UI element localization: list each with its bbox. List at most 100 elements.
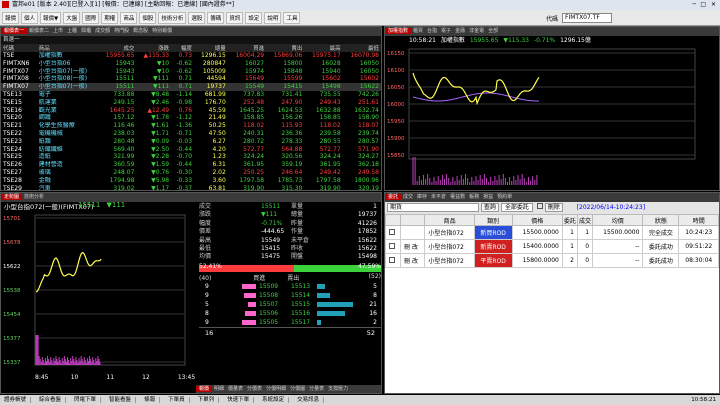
bid-price[interactable]: 15509 xyxy=(259,282,278,291)
close-icon[interactable]: ✕ xyxy=(711,0,716,10)
tab-watchlist-tabs-0[interactable]: 報價表一 xyxy=(1,28,28,34)
watchlist-row[interactable]: TSE28 金融 1794.98 ▼5.98 -0.33 3.60 1797.58 1785.… xyxy=(1,177,381,185)
column-header[interactable]: 成交 xyxy=(576,214,594,226)
column-header[interactable]: 商品 xyxy=(36,44,99,52)
tab-quote-bottom_tabs-2[interactable]: 價量表 xyxy=(226,386,245,392)
menu-item-9[interactable]: 選股 xyxy=(188,12,206,24)
menu-item-0[interactable]: 報價 xyxy=(2,12,20,24)
tab-watchlist-tabs-3[interactable]: 上櫃 xyxy=(65,28,79,34)
column-header[interactable] xyxy=(385,214,402,226)
order-row[interactable]: 刪 改小型台指072 新賣ROD 15400.0000 1 0 -- 委託成功 09:51:2… xyxy=(385,239,719,254)
column-header[interactable]: 委託 xyxy=(561,214,578,226)
tab-index_chart-tabs-4[interactable]: 金融 xyxy=(453,28,467,34)
row-checkbox-cell[interactable] xyxy=(385,225,402,240)
menu-item-12[interactable]: 設定 xyxy=(245,12,263,24)
watchlist-row[interactable]: TSE29 汽車 319.02 ▼1.17 -0.37 63.81 319.90 315.30… xyxy=(1,185,381,190)
tab-quote-bottom_tabs-3[interactable]: 分價表 xyxy=(245,386,264,392)
bid-price[interactable]: 15507 xyxy=(259,300,278,309)
minimize-icon[interactable]: ─ xyxy=(692,0,696,10)
tab-watchlist-tabs-6[interactable]: 熱門股 xyxy=(112,28,131,34)
row-checkbox[interactable] xyxy=(389,228,395,235)
statusbar-item-5[interactable]: 下單員 xyxy=(168,397,190,403)
column-header[interactable]: 類別 xyxy=(473,214,513,226)
tab-orders-tabs-7[interactable]: 預約單 xyxy=(495,194,514,200)
menu-item-14[interactable]: 工具 xyxy=(283,12,301,24)
group-selector[interactable]: 首選一 xyxy=(3,37,20,43)
ask-price[interactable]: 15517 xyxy=(291,318,310,327)
tab-index_chart-tabs-5[interactable]: 非金電 xyxy=(467,28,486,34)
order-action-buttons[interactable]: 刪 改 xyxy=(400,253,426,268)
watchlist-row[interactable]: TSE23 紙類 280.48 ▼0.09 -0.03 6.27 280.72 278.33 2… xyxy=(1,138,381,146)
ask-price[interactable]: 15514 xyxy=(291,291,310,300)
statusbar-item-9[interactable]: 交易訊息 xyxy=(297,397,325,403)
watchlist-row[interactable]: TSE16 觀光業 1645.25 ▲12.49 0.76 45.59 1645.25 162… xyxy=(1,107,381,115)
delete-button[interactable]: 刪除 xyxy=(544,203,563,212)
column-header[interactable]: 最低 xyxy=(342,44,381,52)
maximize-icon[interactable]: □ xyxy=(700,0,706,10)
menu-item-13[interactable]: 說明 xyxy=(264,12,282,24)
row-checkbox-cell[interactable] xyxy=(385,253,402,268)
menu-item-4[interactable]: 國際 xyxy=(82,12,100,24)
tab-orders-tabs-5[interactable]: 帳務 xyxy=(467,194,481,200)
statusbar-item-6[interactable]: 下單列 xyxy=(197,397,220,403)
column-header[interactable]: 均價 xyxy=(592,214,644,226)
menu-item-1[interactable]: 個人 xyxy=(21,12,39,24)
watchlist-row[interactable]: FIMTX07 小型台指07(一般) 15511 ▼111 0.71 19737 15549… xyxy=(1,83,381,91)
statusbar-item-4[interactable]: 條報 xyxy=(144,397,161,403)
menu-item-3[interactable]: 大盤 xyxy=(63,12,81,24)
column-header[interactable]: 時間 xyxy=(678,214,719,226)
statusbar-item-7[interactable]: 快速下單 xyxy=(227,397,255,403)
menu-item-10[interactable]: 籌碼 xyxy=(207,12,225,24)
tab-index_chart-tabs-2[interactable]: 台指 xyxy=(425,28,439,34)
tab-quote-bottom_tabs-1[interactable]: 明細 xyxy=(212,386,226,392)
column-header[interactable]: 總量 xyxy=(194,44,228,52)
ask-price[interactable]: 15516 xyxy=(291,309,310,318)
tab-orders-tabs-4[interactable]: 權益數 xyxy=(448,194,467,200)
statusbar-item-2[interactable]: 閃電下單 xyxy=(74,397,102,403)
tab-watchlist-tabs-7[interactable]: 概念股 xyxy=(131,28,150,34)
column-header[interactable] xyxy=(400,214,426,226)
column-header[interactable]: 漲跌 xyxy=(136,44,172,52)
ask-price[interactable]: 15515 xyxy=(291,300,310,309)
tab-index_chart-tabs-6[interactable]: 全部 xyxy=(486,28,500,34)
tab-orders-tabs-3[interactable]: 未平倉 xyxy=(429,194,448,200)
tab-quote-bottom_tabs-7[interactable]: 支撐壓力 xyxy=(326,386,350,392)
menu-item-2[interactable]: 報價▼ xyxy=(40,12,62,24)
account-selector[interactable]: 期貨 xyxy=(387,203,479,212)
column-header[interactable]: 價格 xyxy=(511,214,563,226)
tab-watchlist-tabs-4[interactable]: 興櫃 xyxy=(79,28,93,34)
menu-item-5[interactable]: 期權 xyxy=(101,12,119,24)
column-header[interactable]: 成交 xyxy=(98,44,137,52)
order-filter-select[interactable]: 全部委託 xyxy=(500,203,533,212)
statusbar-item-0[interactable]: 證券帳號 xyxy=(4,397,32,403)
bid-price[interactable]: 15505 xyxy=(259,318,278,327)
tab-quote-bottom_tabs-5[interactable]: 分價圖 xyxy=(288,386,307,392)
column-header[interactable]: 賣出 xyxy=(266,44,305,52)
tab-quote-bottom_tabs-6[interactable]: 分量表 xyxy=(307,386,326,392)
order-action-buttons[interactable]: 刪 改 xyxy=(400,239,426,254)
tab-quote-tabs-1[interactable]: 技術分析 xyxy=(22,194,46,200)
watchlist-row[interactable]: TSE26 建材營造 360.59 ▼1.59 -0.44 6.31 361.95 359.1… xyxy=(1,161,381,169)
watchlist-row[interactable]: TSE21 化學生技醫療 116.46 ▼1.61 -1.36 50.25 118.02 11… xyxy=(1,122,381,130)
row-checkbox[interactable] xyxy=(389,256,395,263)
tab-index_chart-tabs-0[interactable]: 加權指數 xyxy=(385,28,412,34)
tab-orders-tabs-2[interactable]: 庫存 xyxy=(415,194,429,200)
ask-price[interactable]: 15513 xyxy=(291,282,310,291)
watchlist-row[interactable]: FIMTXN6 小型台指06 15943 ▼10 -0.62 280847 16027 158… xyxy=(1,60,381,68)
watchlist-row[interactable]: TSE24 紡織纖維 569.40 ▼2.50 -0.44 4.20 572.77 564.8… xyxy=(1,146,381,154)
tab-index_chart-tabs-1[interactable]: 櫃買 xyxy=(411,28,425,34)
tab-watchlist-tabs-5[interactable]: 成交額 xyxy=(93,28,112,34)
query-button[interactable]: 查詢 xyxy=(480,203,499,212)
tab-orders-tabs-0[interactable]: 委託 xyxy=(385,194,402,200)
column-header[interactable]: 商品 xyxy=(424,214,475,226)
watchlist-row[interactable]: TSE20 鋼鐵 157.12 ▼1.78 -1.12 21.49 158.85 156.26… xyxy=(1,114,381,122)
statusbar-item-1[interactable]: 綜合看盤 xyxy=(39,397,67,403)
watchlist-row[interactable]: TSE22 電機機械 238.03 ▼1.71 -0.71 47.50 240.31 236.… xyxy=(1,130,381,138)
tab-orders-tabs-6[interactable]: 損益 xyxy=(481,194,495,200)
tab-index_chart-tabs-3[interactable]: 電子 xyxy=(439,28,453,34)
tab-watchlist-tabs-8[interactable]: 特別報價 xyxy=(150,28,174,34)
menu-item-8[interactable]: 技術分析 xyxy=(158,12,187,24)
column-header[interactable]: 買進 xyxy=(227,44,267,52)
watchlist-row[interactable]: TSE 加權指數 15955.65 ▲115.33 0.73 1296.15 16004.2… xyxy=(1,52,381,60)
watchlist-row[interactable]: TSE15 航運業 249.15 ▼2.46 -0.98 176.70 252.48 247.… xyxy=(1,99,381,107)
